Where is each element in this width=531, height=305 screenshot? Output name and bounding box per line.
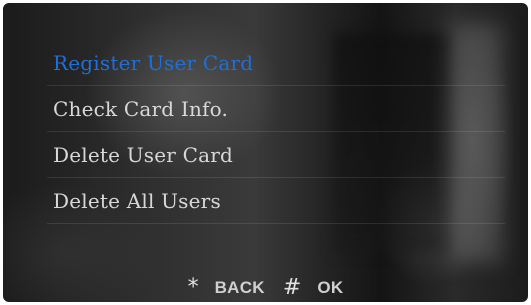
menu-item-delete-user-card[interactable]: Delete User Card — [47, 132, 505, 178]
card-menu: Register User Card Check Card Info. Dele… — [47, 40, 505, 224]
footer-keys: * BACK # OK — [3, 275, 528, 301]
menu-item-check-card-info[interactable]: Check Card Info. — [47, 86, 505, 132]
asterisk-icon: * — [187, 275, 199, 300]
menu-item-delete-all-users[interactable]: Delete All Users — [47, 178, 505, 224]
menu-item-label: Register User Card — [53, 50, 254, 75]
menu-item-label: Delete All Users — [53, 188, 221, 213]
ok-label: OK — [317, 278, 344, 297]
ok-key[interactable]: # OK — [283, 277, 344, 299]
hash-icon: # — [282, 275, 302, 300]
back-key[interactable]: * BACK — [188, 277, 265, 299]
device-screen: Register User Card Check Card Info. Dele… — [3, 3, 528, 302]
menu-item-label: Delete User Card — [53, 142, 233, 167]
back-label: BACK — [214, 278, 265, 297]
menu-item-register-user-card[interactable]: Register User Card — [47, 40, 505, 86]
menu-item-label: Check Card Info. — [53, 96, 229, 121]
